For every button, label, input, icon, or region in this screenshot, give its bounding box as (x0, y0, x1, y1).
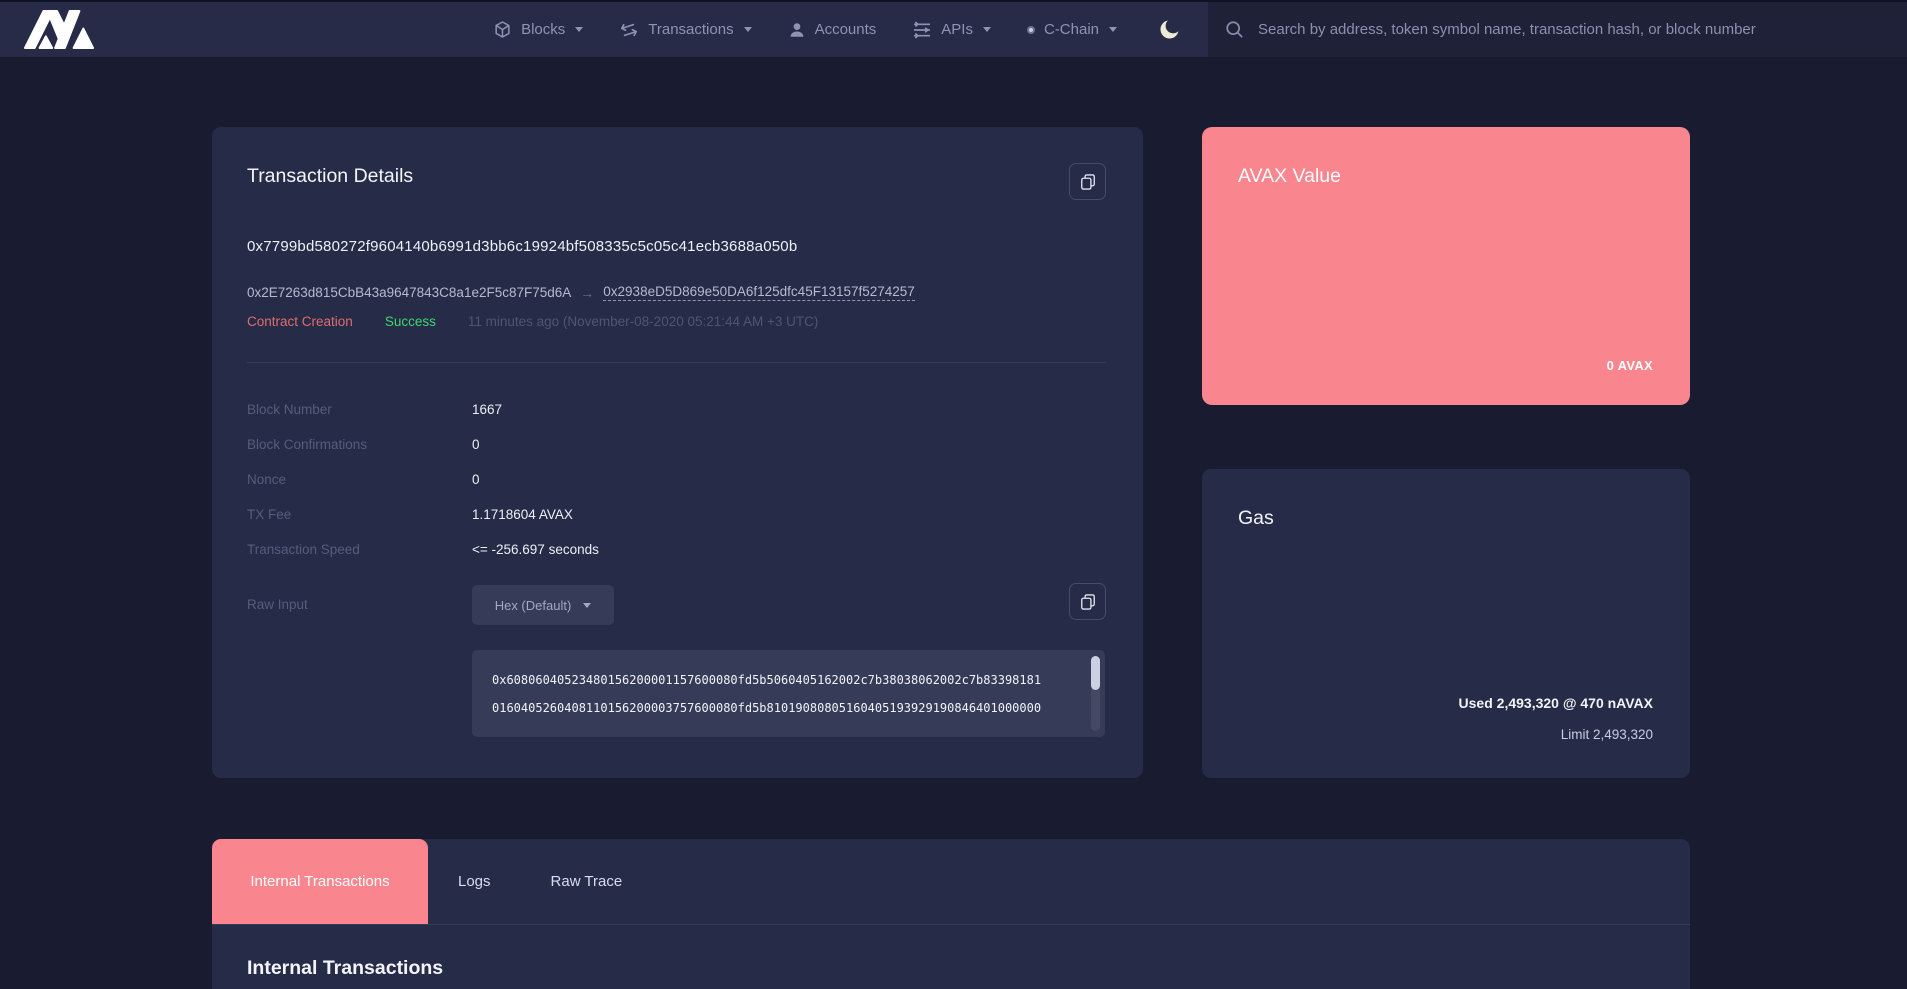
detail-row-block-confirmations: Block Confirmations 0 (247, 427, 1106, 462)
chevron-down-icon (575, 27, 583, 32)
transaction-type-badge: Contract Creation (247, 314, 353, 329)
copy-icon (1078, 592, 1098, 612)
divider (247, 362, 1106, 363)
nav-item-apis[interactable]: APIs (912, 21, 991, 39)
transaction-tabs-card: Internal Transactions Logs Raw Trace Int… (212, 839, 1690, 989)
status-badge: Success (385, 314, 436, 329)
dark-mode-toggle[interactable] (1157, 17, 1182, 42)
detail-label: Nonce (247, 472, 472, 487)
nav-item-blocks[interactable]: Blocks (493, 20, 583, 39)
chain-dot-icon (1027, 26, 1035, 34)
timestamp: 11 minutes ago (November-08-2020 05:21:4… (468, 314, 819, 329)
detail-row-nonce: Nonce 0 (247, 462, 1106, 497)
gas-used-value: Used 2,493,320 @ 470 nAVAX (1459, 695, 1653, 711)
nav-item-c-chain[interactable]: C-Chain (1027, 21, 1117, 38)
detail-row-block-number: Block Number 1667 (247, 392, 1106, 427)
gas-limit-value: Limit 2,493,320 (1561, 727, 1653, 742)
avax-value-amount: 0 AVAX (1607, 358, 1653, 373)
detail-label: Block Confirmations (247, 437, 472, 452)
gas-card: Gas Used 2,493,320 @ 470 nAVAX Limit 2,4… (1202, 469, 1690, 778)
swap-arrows-icon (619, 20, 639, 40)
internal-transactions-heading: Internal Transactions (247, 957, 1690, 980)
detail-value: 1.1718604 AVAX (472, 507, 573, 522)
person-icon (788, 21, 806, 39)
avalanche-logo-icon (23, 9, 95, 50)
tab-raw-trace[interactable]: Raw Trace (521, 839, 653, 924)
nav-item-transactions[interactable]: Transactions (619, 20, 751, 40)
nav-links: Blocks Transactions Accounts (493, 2, 1182, 57)
tab-bar: Internal Transactions Logs Raw Trace (212, 839, 1690, 925)
avax-value-card: AVAX Value 0 AVAX (1202, 127, 1690, 405)
search-icon (1224, 19, 1245, 40)
detail-label: TX Fee (247, 507, 472, 522)
hex-line: 0160405260408110156200003757600080fd5b81… (492, 694, 1079, 722)
cube-icon (493, 20, 512, 39)
right-arrow-icon: → (580, 285, 594, 301)
status-row: Contract Creation Success 11 minutes ago… (247, 314, 1106, 329)
raw-input-hex-box: 0x60806040523480156200001157600080fd5b50… (472, 650, 1105, 737)
nav-item-label: Transactions (648, 21, 733, 38)
sliders-icon (912, 21, 932, 39)
chevron-down-icon (583, 603, 591, 608)
scrollbar-track[interactable] (1091, 656, 1100, 731)
detail-label: Block Number (247, 402, 472, 417)
detail-value: <= -256.697 seconds (472, 542, 599, 557)
nav-item-label: Accounts (815, 21, 877, 38)
raw-input-row: Raw Input Hex (Default) (247, 585, 1106, 625)
detail-label: Transaction Speed (247, 542, 472, 557)
search-bar (1208, 2, 1907, 57)
scrollbar-thumb[interactable] (1091, 656, 1100, 690)
avalanche-logo[interactable] (23, 2, 95, 57)
copy-transaction-button[interactable] (1069, 163, 1106, 200)
detail-value: 1667 (472, 402, 502, 417)
avax-value-title: AVAX Value (1202, 127, 1690, 188)
detail-value: 0 (472, 472, 480, 487)
gas-title: Gas (1202, 469, 1690, 530)
chevron-down-icon (744, 27, 752, 32)
nav-item-label: C-Chain (1044, 21, 1099, 38)
chevron-down-icon (1109, 27, 1117, 32)
tab-internal-transactions[interactable]: Internal Transactions (212, 839, 428, 924)
raw-input-label: Raw Input (247, 585, 472, 625)
detail-row-tx-fee: TX Fee 1.1718604 AVAX (247, 497, 1106, 532)
nav-item-label: Blocks (521, 21, 565, 38)
copy-icon (1078, 172, 1098, 192)
main-content: Transaction Details 0x7799bd580272f96041… (212, 127, 1690, 778)
nav-item-label: APIs (941, 21, 973, 38)
transaction-details-title: Transaction Details (247, 127, 1106, 188)
to-address-link[interactable]: 0x2938eD5D869e50DA6f125dfc45F13157f52742… (603, 284, 915, 301)
right-column: AVAX Value 0 AVAX Gas Used 2,493,320 @ 4… (1202, 127, 1690, 778)
transaction-details-card: Transaction Details 0x7799bd580272f96041… (212, 127, 1143, 778)
detail-value: 0 (472, 437, 480, 452)
chevron-down-icon (983, 27, 991, 32)
navbar: Blocks Transactions Accounts (0, 0, 1907, 57)
raw-input-format-dropdown[interactable]: Hex (Default) (472, 585, 614, 625)
copy-raw-input-button[interactable] (1069, 583, 1106, 620)
address-row: 0x2E7263d815CbB43a9647843C8a1e2F5c87F75d… (247, 284, 1106, 301)
moon-icon (1157, 17, 1182, 42)
detail-row-transaction-speed: Transaction Speed <= -256.697 seconds (247, 532, 1106, 567)
details-list: Block Number 1667 Block Confirmations 0 … (247, 392, 1106, 567)
hex-line: 0x60806040523480156200001157600080fd5b50… (492, 666, 1079, 694)
search-input[interactable] (1258, 21, 1888, 38)
nav-item-accounts[interactable]: Accounts (788, 21, 877, 39)
raw-input-format-value: Hex (Default) (495, 598, 572, 613)
from-address: 0x2E7263d815CbB43a9647843C8a1e2F5c87F75d… (247, 285, 571, 300)
tab-logs[interactable]: Logs (428, 839, 521, 924)
transaction-hash: 0x7799bd580272f9604140b6991d3bb6c19924bf… (247, 238, 1106, 255)
